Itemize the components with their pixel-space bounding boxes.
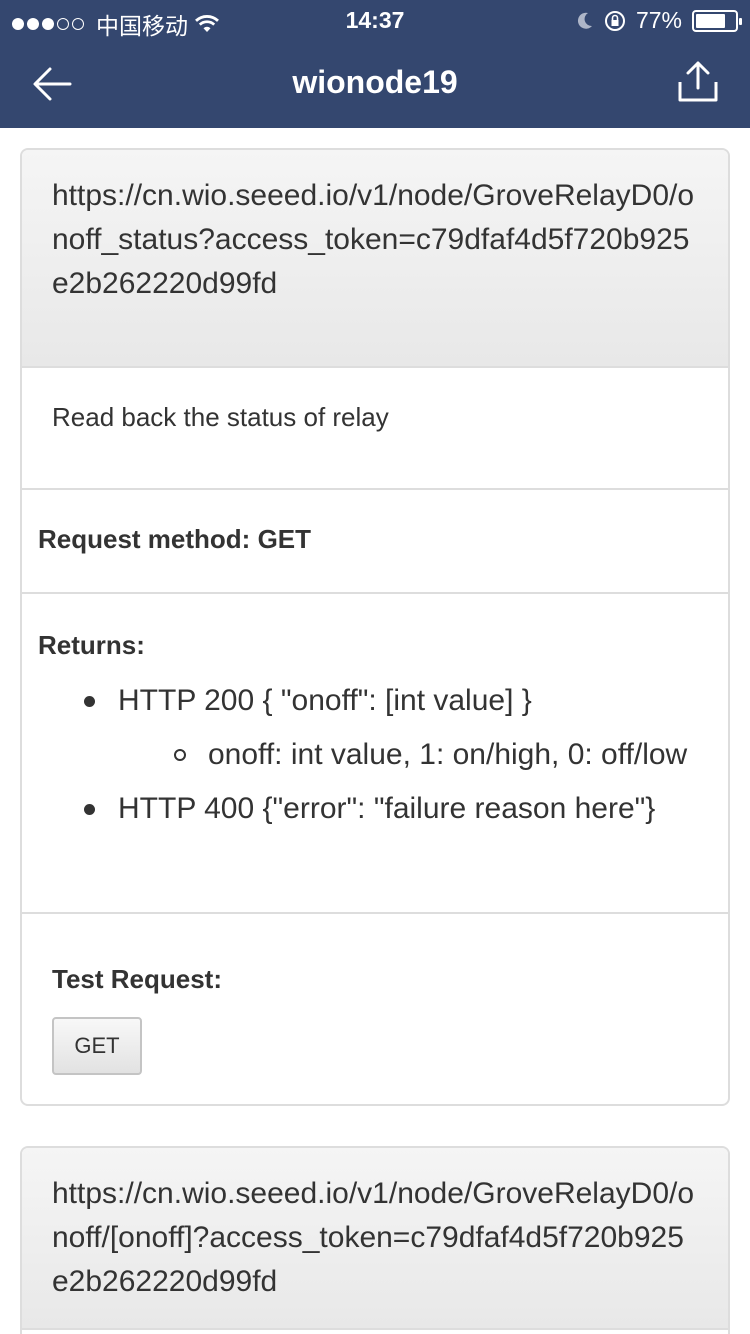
request-method: Request method: GET (22, 490, 728, 594)
endpoint-card: https://cn.wio.seeed.io/v1/node/GroveRel… (20, 1146, 730, 1334)
returns-item: HTTP 400 {"error": "failure reason here"… (38, 789, 728, 829)
moon-icon (577, 12, 592, 29)
returns-item: HTTP 200 { "onoff": [int value] } onoff:… (38, 681, 728, 777)
returns-sub-item: onoff: int value, 1: on/high, 0: off/low (118, 733, 728, 777)
top-bar: 中国移动 14:37 77% wionode19 (0, 0, 750, 128)
status-right: 77% (576, 7, 742, 34)
endpoint-description: Read back the status of relay (22, 368, 728, 490)
endpoint-url: https://cn.wio.seeed.io/v1/node/GroveRel… (22, 1148, 728, 1330)
bullet-icon (84, 804, 95, 815)
returns-title: Returns: (38, 630, 145, 660)
circle-bullet-icon (174, 749, 186, 761)
battery-percent: 77% (635, 7, 682, 33)
page-title: wionode19 (292, 64, 458, 100)
returns-item-text: HTTP 400 {"error": "failure reason here"… (118, 792, 656, 825)
nav-bar: wionode19 (0, 40, 750, 128)
endpoint-url: https://cn.wio.seeed.io/v1/node/GroveRel… (22, 150, 728, 368)
bullet-icon (84, 696, 95, 707)
returns-sub-item-text: onoff: int value, 1: on/high, 0: off/low (208, 738, 688, 771)
share-upload-icon[interactable] (674, 58, 722, 106)
test-request-section: Test Request: GET (22, 914, 728, 1075)
returns-section: Returns: HTTP 200 { "onoff": [int value]… (22, 594, 728, 914)
battery-icon (692, 9, 742, 32)
test-request-label: Test Request: (52, 964, 222, 994)
status-bar: 中国移动 14:37 77% (0, 0, 750, 40)
get-request-button[interactable]: GET (52, 1017, 142, 1075)
rotation-lock-icon (604, 10, 625, 31)
returns-item-text: HTTP 200 { "onoff": [int value] } (118, 684, 532, 717)
endpoint-card: https://cn.wio.seeed.io/v1/node/GroveRel… (20, 148, 730, 1106)
returns-sub-list: onoff: int value, 1: on/high, 0: off/low (118, 733, 728, 777)
returns-list: HTTP 200 { "onoff": [int value] } onoff:… (38, 681, 728, 829)
